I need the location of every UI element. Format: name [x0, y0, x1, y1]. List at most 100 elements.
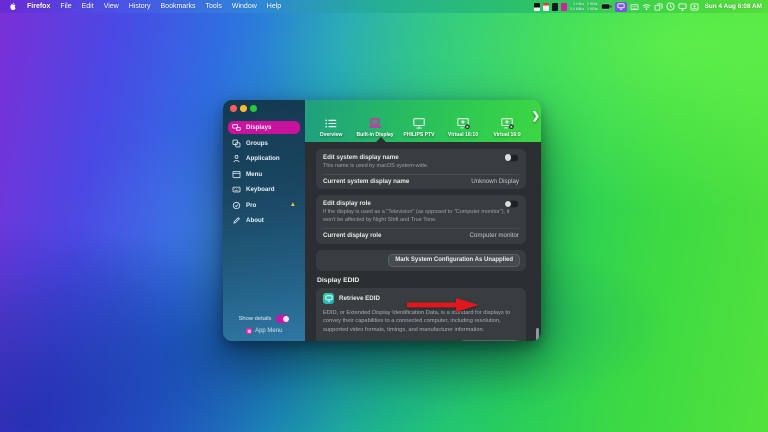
sidebar-footer: Show details App Menu	[223, 315, 305, 341]
configuration-card: Mark System Configuration As Unapplied	[316, 250, 526, 272]
net2-down: 1 KB/s	[587, 7, 598, 11]
sidebar-item-about[interactable]: About	[228, 214, 300, 227]
menu-file[interactable]: File	[55, 3, 76, 10]
menu-bookmarks[interactable]: Bookmarks	[156, 3, 201, 10]
edit-system-name-toggle[interactable]	[504, 154, 519, 162]
sidebar-item-label: Application	[246, 155, 280, 162]
menu-bar: Firefox File Edit View History Bookmarks…	[0, 0, 768, 13]
sidebar-item-displays[interactable]: Displays	[228, 121, 300, 134]
sidebar-item-keyboard[interactable]: Keyboard	[228, 183, 300, 196]
wifi-icon[interactable]	[642, 3, 651, 11]
monitor-icon	[411, 117, 427, 130]
sidebar-item-label: Groups	[246, 140, 268, 147]
show-details-label: Show details	[239, 316, 272, 322]
memory-meter-icon[interactable]	[543, 3, 549, 11]
show-details-toggle[interactable]	[276, 315, 289, 323]
sidebar-item-menu[interactable]: Menu	[228, 168, 300, 181]
menu-view[interactable]: View	[99, 3, 124, 10]
toggle-knob	[505, 154, 512, 161]
sidebar-item-pro[interactable]: Pro ▲	[228, 199, 300, 212]
net1-down: 3.4 MB/s	[570, 7, 584, 11]
menu-tools[interactable]: Tools	[201, 3, 227, 10]
application-icon	[232, 154, 241, 163]
scrollbar-thumb[interactable]	[536, 328, 539, 341]
menu-status-area: 2 KB/s 3.4 MB/s 2 KB/s 1 KB/s	[534, 2, 762, 12]
zoom-button[interactable]	[250, 105, 257, 112]
tab-virtual-16-9[interactable]: Virtual 16:9	[485, 117, 529, 138]
divider	[323, 174, 519, 175]
tab-label: PHILIPS PTV	[403, 132, 434, 138]
sidebar-item-label: Menu	[246, 171, 262, 178]
system-display-name-card: Edit system display name This name is us…	[316, 149, 526, 189]
sidebar-item-label: About	[246, 217, 264, 224]
tab-strip-scroll-chevron[interactable]: ❯	[532, 111, 540, 122]
apple-menu-icon[interactable]	[6, 2, 22, 11]
annotation-arrow	[405, 297, 481, 313]
sidebar-item-label: Displays	[246, 124, 271, 131]
keyboard-settings-icon	[232, 185, 241, 194]
menu-history[interactable]: History	[124, 3, 156, 10]
tab-label: Overview	[320, 132, 343, 138]
minimize-button[interactable]	[240, 105, 247, 112]
edit-display-role-label: Edit display role	[323, 200, 371, 207]
battery-icon[interactable]	[601, 3, 612, 10]
tab-built-in-display[interactable]: Built-in Display	[353, 117, 397, 138]
virtual-display-icon	[455, 117, 471, 130]
laptop-icon-selected	[367, 117, 383, 130]
tab-philips-ptv[interactable]: PHILIPS PTV	[397, 117, 441, 138]
menu-settings-icon	[232, 170, 241, 179]
menu-edit[interactable]: Edit	[77, 3, 99, 10]
display-icon[interactable]	[678, 3, 687, 11]
clock-icon[interactable]	[666, 2, 675, 11]
edit-display-role-toggle[interactable]	[504, 200, 519, 208]
layers-icon[interactable]	[654, 3, 663, 11]
sidebar-item-groups[interactable]: Groups	[228, 137, 300, 150]
selected-tab-pointer	[376, 137, 386, 142]
close-button[interactable]	[230, 105, 237, 112]
display-role-card: Edit display role If the display is used…	[316, 195, 526, 243]
virtual-display-icon	[499, 117, 515, 130]
desktop: Firefox File Edit View History Bookmarks…	[0, 0, 768, 432]
current-system-name-value: Unknown Display	[471, 178, 519, 185]
mark-config-unapplied-button[interactable]: Mark System Configuration As Unapplied	[388, 254, 520, 268]
display-edid-header: Display EDID	[317, 277, 525, 284]
app-menu-button[interactable]: App Menu	[227, 328, 301, 335]
groups-icon	[232, 139, 241, 148]
pro-icon	[232, 201, 241, 210]
current-display-role-label: Current display role	[323, 232, 381, 239]
tab-label: Virtual 16:9	[493, 132, 520, 138]
betterdisplay-menu-icon[interactable]	[615, 2, 627, 12]
disk-meter-icon[interactable]	[552, 3, 558, 11]
tab-label: Built-in Display	[356, 132, 393, 138]
menu-clock[interactable]: Sun 4 Aug 6:08 AM	[702, 3, 762, 10]
network-speed-1[interactable]: 2 KB/s 3.4 MB/s	[570, 2, 584, 11]
tab-overview[interactable]: Overview	[309, 117, 353, 138]
menu-help[interactable]: Help	[262, 3, 286, 10]
current-display-role-value: Computer monitor	[469, 232, 519, 239]
tab-virtual-16-10[interactable]: Virtual 16:10	[441, 117, 485, 138]
menu-app-name[interactable]: Firefox	[22, 3, 55, 10]
app-menu-icon	[246, 328, 253, 335]
retrieve-edid-title: Retrieve EDID	[339, 295, 380, 302]
sidebar-item-application[interactable]: Application	[228, 152, 300, 165]
pro-warning-icon: ▲	[290, 202, 296, 209]
sidebar: Displays Groups Application Menu Keyboar…	[223, 100, 305, 341]
system-name-hint: This name is used by macOS system-wide.	[323, 163, 519, 171]
traffic-lights	[230, 105, 257, 112]
retrieve-edid-button[interactable]: Retrieve EDID...	[460, 340, 519, 341]
sidebar-nav: Displays Groups Application Menu Keyboar…	[223, 116, 305, 227]
cpu-meter-icon[interactable]	[534, 3, 540, 11]
keyboard-icon[interactable]	[630, 3, 639, 11]
menu-window[interactable]: Window	[227, 3, 262, 10]
display-role-hint: If the display is used as a "Television"…	[323, 209, 519, 225]
sidebar-item-label: Pro	[246, 202, 256, 209]
tab-label: Virtual 16:10	[448, 132, 478, 138]
toggle-knob	[505, 201, 512, 208]
network-speed-2[interactable]: 2 KB/s 1 KB/s	[587, 2, 598, 11]
edit-system-name-label: Edit system display name	[323, 154, 399, 161]
divider	[323, 228, 519, 229]
user-switch-icon[interactable]	[690, 3, 699, 11]
main-panel: Overview Built-in Display PHILIPS PTV Vi…	[305, 100, 541, 341]
about-icon	[232, 216, 241, 225]
gpu-meter-icon[interactable]	[561, 3, 567, 11]
